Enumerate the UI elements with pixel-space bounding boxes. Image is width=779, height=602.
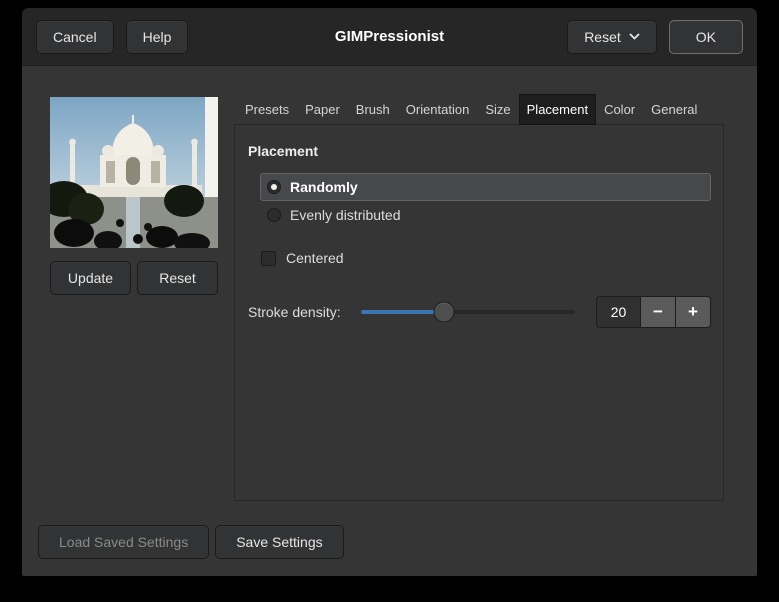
tab-general[interactable]: General xyxy=(643,94,705,125)
settings-notebook: Presets Paper Brush Orientation Size Pla… xyxy=(234,94,724,501)
stroke-density-slider[interactable] xyxy=(361,301,575,323)
gimpressionist-dialog: Cancel Help GIMPressionist Reset OK Upda… xyxy=(22,8,757,576)
save-settings-button[interactable]: Save Settings xyxy=(215,525,344,559)
tab-orientation[interactable]: Orientation xyxy=(398,94,478,125)
preview-reset-button[interactable]: Reset xyxy=(137,261,218,295)
radio-unselected-icon xyxy=(267,208,281,222)
reset-dropdown-button[interactable]: Reset xyxy=(567,19,657,54)
tab-placement[interactable]: Placement xyxy=(518,94,597,125)
preview-column: Update Reset xyxy=(50,97,218,295)
dialog-footer: Load Saved Settings Save Settings xyxy=(38,525,344,559)
stroke-density-increment-button[interactable]: + xyxy=(675,297,710,327)
ok-button[interactable]: OK xyxy=(668,19,743,54)
centered-label: Centered xyxy=(286,250,344,266)
tab-presets[interactable]: Presets xyxy=(237,94,297,125)
update-button[interactable]: Update xyxy=(50,261,131,295)
stroke-density-value-field[interactable]: 20 xyxy=(597,297,640,327)
header-right-actions: Reset OK xyxy=(567,19,743,54)
checkbox-unchecked-icon xyxy=(261,250,276,266)
preview-buttons: Update Reset xyxy=(50,261,218,295)
dialog-header: Cancel Help GIMPressionist Reset OK xyxy=(22,8,757,66)
dialog-content: Update Reset Presets Paper Brush Orienta… xyxy=(22,66,757,558)
desktop: { "colors": { "accent_blue": "#3a76b0", … xyxy=(0,0,779,602)
preview-image xyxy=(50,97,218,248)
stroke-density-slider-handle[interactable] xyxy=(433,301,455,323)
tab-color[interactable]: Color xyxy=(596,94,643,125)
cancel-button[interactable]: Cancel xyxy=(36,19,114,54)
placement-radio-group: Randomly Evenly distributed xyxy=(260,173,711,229)
slider-fill xyxy=(361,310,445,314)
radio-randomly-label: Randomly xyxy=(290,179,358,195)
load-saved-settings-button[interactable]: Load Saved Settings xyxy=(38,525,210,559)
dialog-title: GIMPressionist xyxy=(334,28,445,45)
tab-size[interactable]: Size xyxy=(477,94,518,125)
radio-evenly-label: Evenly distributed xyxy=(290,207,401,223)
stroke-density-row: Stroke density: 20 − + xyxy=(248,296,711,328)
stroke-density-label: Stroke density: xyxy=(248,304,341,320)
chevron-down-icon xyxy=(629,33,640,40)
radio-option-randomly[interactable]: Randomly xyxy=(260,173,711,201)
header-left-actions: Cancel Help xyxy=(36,19,189,54)
placement-section-title: Placement xyxy=(248,143,319,159)
tab-brush[interactable]: Brush xyxy=(348,94,398,125)
stroke-density-decrement-button[interactable]: − xyxy=(640,297,675,327)
stroke-density-spinbox: 20 − + xyxy=(596,296,711,328)
reset-dropdown-label: Reset xyxy=(584,28,621,45)
tab-bar: Presets Paper Brush Orientation Size Pla… xyxy=(234,94,724,125)
radio-selected-icon xyxy=(267,180,281,194)
tab-paper[interactable]: Paper xyxy=(297,94,348,125)
help-button[interactable]: Help xyxy=(125,19,189,54)
placement-panel: Placement Randomly Evenly distributed Ce… xyxy=(234,124,724,501)
centered-checkbox-row[interactable]: Centered xyxy=(261,250,711,266)
radio-option-evenly-distributed[interactable]: Evenly distributed xyxy=(260,201,711,229)
